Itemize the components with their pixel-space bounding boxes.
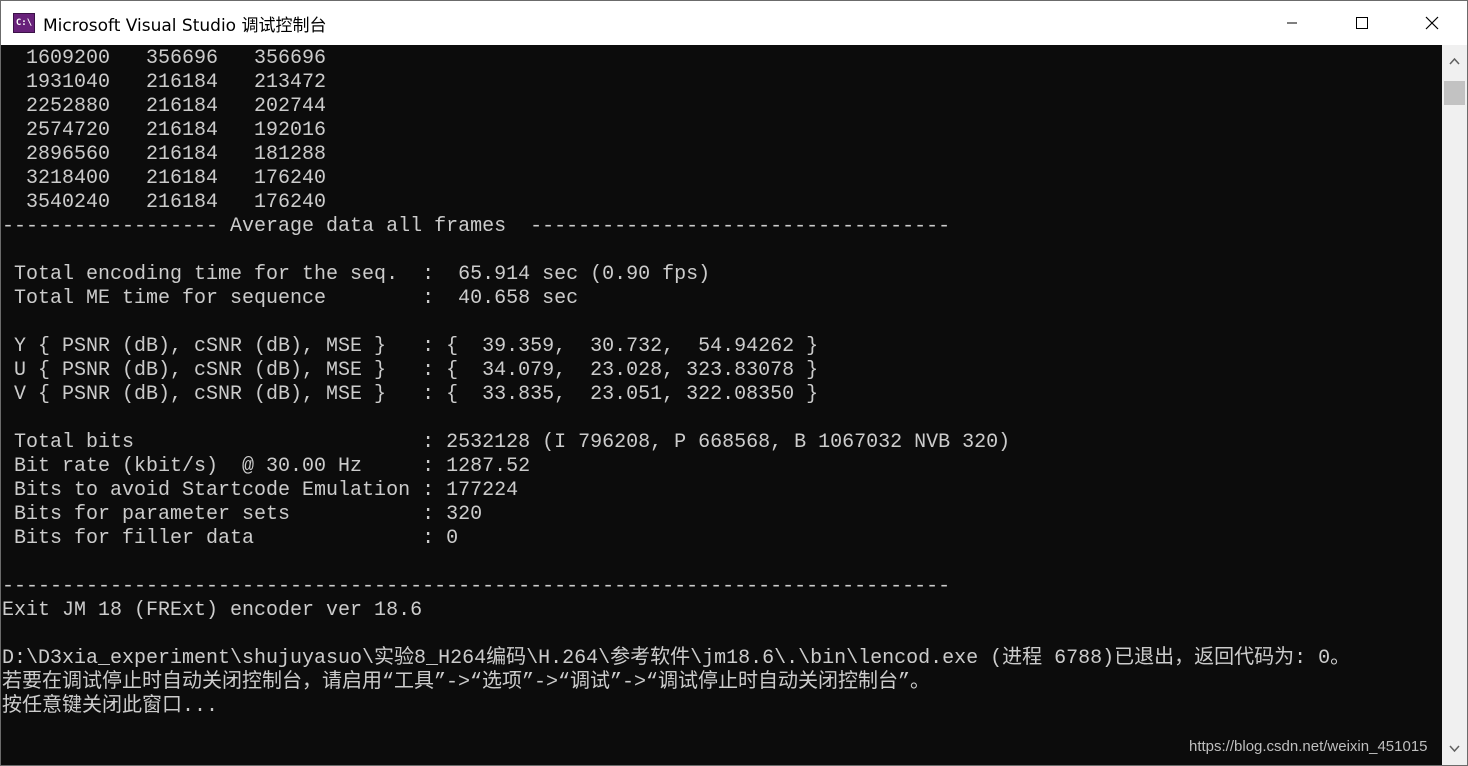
console-line: V { PSNR (dB), cSNR (dB), MSE } : { 33.8… <box>2 383 819 406</box>
console-line: 2896560 216184 181288 <box>2 143 327 166</box>
console-line: 3540240 216184 176240 <box>2 191 327 214</box>
scroll-thumb[interactable] <box>1444 81 1465 105</box>
close-button[interactable] <box>1397 1 1467 45</box>
console-line: Bits for parameter sets : 320 <box>2 503 483 526</box>
maximize-icon <box>1356 17 1368 29</box>
minimize-icon <box>1287 22 1297 24</box>
console-line: 1931040 216184 213472 <box>2 71 327 94</box>
maximize-button[interactable] <box>1327 1 1397 45</box>
visual-studio-console-icon[interactable]: C:\ <box>13 13 35 33</box>
chevron-up-icon <box>1449 57 1460 65</box>
console-window: C:\ Microsoft Visual Studio 调试控制台 160920… <box>0 0 1468 766</box>
console-line: ----------------------------------------… <box>2 575 951 598</box>
console-line: Bits to avoid Startcode Emulation : 1772… <box>2 479 519 502</box>
console-line: 2574720 216184 192016 <box>2 119 327 142</box>
chevron-down-icon <box>1449 745 1460 753</box>
console-line: 若要在调试停止时自动关闭控制台，请启用“工具”->“选项”->“调试”->“调试… <box>2 671 931 694</box>
console-line: 2252880 216184 202744 <box>2 95 327 118</box>
console-output[interactable]: 1609200 356696 356696 1931040 216184 213… <box>2 45 1441 765</box>
console-line: U { PSNR (dB), cSNR (dB), MSE } : { 34.0… <box>2 359 819 382</box>
close-icon <box>1425 16 1439 30</box>
vertical-scrollbar[interactable] <box>1442 45 1467 765</box>
console-line: Bit rate (kbit/s) @ 30.00 Hz : 1287.52 <box>2 455 531 478</box>
console-line: ------------------ Average data all fram… <box>2 215 951 238</box>
console-line: Total encoding time for the seq. : 65.91… <box>2 263 711 286</box>
title-bar[interactable]: C:\ Microsoft Visual Studio 调试控制台 <box>1 1 1467 45</box>
console-line: Bits for filler data : 0 <box>2 527 459 550</box>
console-line: Exit JM 18 (FRExt) encoder ver 18.6 <box>2 599 423 622</box>
minimize-button[interactable] <box>1257 1 1327 45</box>
window-title: Microsoft Visual Studio 调试控制台 <box>43 16 327 36</box>
console-line: Total ME time for sequence : 40.658 sec <box>2 287 579 310</box>
console-line: D:\D3xia_experiment\shujuyasuo\实验8_H264编… <box>2 647 1351 670</box>
watermark: https://blog.csdn.net/weixin_451015 <box>1189 738 1428 755</box>
scroll-down-button[interactable] <box>1442 733 1467 765</box>
console-line: 1609200 356696 356696 <box>2 47 327 70</box>
console-line: 按任意键关闭此窗口... <box>2 695 219 718</box>
console-line: Y { PSNR (dB), cSNR (dB), MSE } : { 39.3… <box>2 335 819 358</box>
console-line: 3218400 216184 176240 <box>2 167 327 190</box>
console-line: Total bits : 2532128 (I 796208, P 668568… <box>2 431 1011 454</box>
scroll-up-button[interactable] <box>1442 45 1467 77</box>
